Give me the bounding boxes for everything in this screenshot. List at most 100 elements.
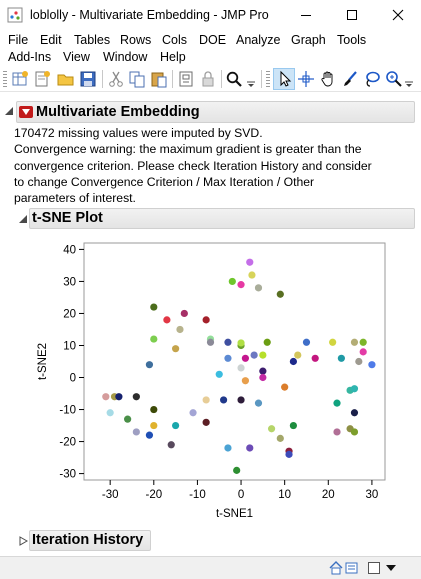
- scatter-point: [202, 316, 210, 324]
- magnifier-icon[interactable]: [385, 70, 403, 88]
- message-line: parameters of interest.: [14, 191, 136, 206]
- message-line: Convergence warning: the maximum gradien…: [14, 142, 362, 157]
- hand-grabber-icon[interactable]: [319, 70, 337, 88]
- collapse-triangle-icon[interactable]: [18, 214, 28, 224]
- maximize-button[interactable]: [329, 0, 375, 30]
- scatter-point: [241, 377, 250, 385]
- scatter-point: [237, 396, 245, 404]
- scatter-point: [237, 364, 245, 372]
- scatter-point: [172, 345, 180, 353]
- cut-icon[interactable]: [107, 70, 125, 88]
- scatter-point: [224, 354, 232, 362]
- lock-icon[interactable]: [199, 70, 217, 88]
- menu-tools[interactable]: Tools: [337, 33, 366, 47]
- expand-triangle-icon[interactable]: [18, 536, 28, 546]
- toolbar-separator: [261, 70, 262, 88]
- brush-icon[interactable]: [341, 70, 359, 88]
- scatter-point: [350, 428, 359, 436]
- multivariate-embedding-header[interactable]: Multivariate Embedding: [16, 101, 415, 123]
- window-title: loblolly - Multivariate Embedding - JMP …: [30, 8, 269, 22]
- plot-section-title: t-SNE Plot: [32, 210, 103, 226]
- chevron-down-icon[interactable]: [385, 563, 397, 573]
- toolbar-separator: [102, 70, 103, 88]
- red-triangle-menu-button[interactable]: [19, 106, 33, 118]
- scatter-point: [172, 421, 180, 430]
- new-data-table-icon[interactable]: [11, 70, 29, 88]
- scatter-point: [359, 348, 367, 356]
- tsne-plot-header[interactable]: t-SNE Plot: [29, 208, 415, 229]
- x-tick-label: 30: [366, 489, 379, 501]
- chevron-down-icon[interactable]: [404, 70, 414, 88]
- x-tick-label: 20: [322, 489, 335, 501]
- scatter-point: [106, 409, 114, 417]
- y-tick-label: 20: [63, 308, 76, 320]
- menu-add-ins[interactable]: Add-Ins: [8, 50, 51, 64]
- window-list-icon[interactable]: [344, 560, 360, 576]
- y-tick-label: 10: [63, 340, 76, 352]
- scatter-point: [329, 338, 337, 346]
- x-axis-label: t-SNE1: [216, 508, 253, 520]
- scatter-point: [215, 370, 223, 378]
- new-script-icon[interactable]: [33, 70, 51, 88]
- menu-analyze[interactable]: Analyze: [236, 33, 280, 47]
- scatter-point: [294, 351, 302, 359]
- scatter-point: [350, 409, 359, 417]
- y-axis-label: t-SNE2: [37, 343, 49, 380]
- scatter-point: [289, 357, 297, 366]
- collapse-triangle-icon[interactable]: [4, 106, 14, 116]
- scatter-point: [281, 383, 289, 391]
- journal-icon[interactable]: [177, 70, 195, 88]
- scatter-point: [248, 271, 256, 279]
- menu-tables[interactable]: Tables: [74, 33, 110, 47]
- scatter-point: [355, 357, 363, 366]
- copy-icon[interactable]: [128, 70, 146, 88]
- scatter-point: [176, 325, 184, 334]
- scatter-point: [259, 367, 267, 375]
- scatter-point: [145, 431, 154, 439]
- crosshair-icon[interactable]: [297, 70, 315, 88]
- scatter-point: [224, 338, 232, 346]
- lasso-icon[interactable]: [363, 70, 381, 88]
- scatter-point: [124, 415, 132, 423]
- scatter-point: [359, 338, 367, 346]
- x-tick-label: 0: [238, 489, 244, 501]
- save-icon[interactable]: [79, 70, 97, 88]
- menu-help[interactable]: Help: [160, 50, 186, 64]
- home-icon[interactable]: [328, 560, 344, 576]
- scatter-point: [145, 361, 154, 369]
- scatter-point: [132, 428, 140, 436]
- chevron-down-icon[interactable]: [246, 70, 256, 88]
- toolbar-grip[interactable]: [266, 71, 270, 87]
- scatter-point: [132, 393, 140, 401]
- menu-edit[interactable]: Edit: [40, 33, 62, 47]
- minimize-button[interactable]: [283, 0, 329, 30]
- blank-page-icon[interactable]: [367, 561, 381, 575]
- x-tick-label: 10: [278, 489, 291, 501]
- close-button[interactable]: [375, 0, 421, 30]
- scatter-point: [259, 351, 267, 359]
- scatter-point: [333, 399, 341, 407]
- menu-window[interactable]: Window: [103, 50, 147, 64]
- iteration-history-header[interactable]: Iteration History: [29, 530, 151, 551]
- red-triangle-icon: [22, 109, 30, 115]
- arrow-select-icon[interactable]: [276, 70, 294, 88]
- toolbar-grip[interactable]: [3, 71, 7, 87]
- scatter-point: [180, 309, 188, 318]
- scatter-point: [267, 425, 276, 433]
- open-file-icon[interactable]: [57, 70, 75, 88]
- menu-rows[interactable]: Rows: [120, 33, 151, 47]
- close-icon: [392, 9, 404, 21]
- scatter-point: [150, 335, 158, 343]
- menu-file[interactable]: File: [8, 33, 28, 47]
- scatter-point: [246, 258, 254, 266]
- title-bar: loblolly - Multivariate Embedding - JMP …: [0, 0, 421, 30]
- paste-icon[interactable]: [150, 70, 168, 88]
- scatter-point: [167, 441, 175, 449]
- menu-view[interactable]: View: [63, 50, 90, 64]
- y-tick-label: -30: [59, 469, 76, 481]
- report-title: Multivariate Embedding: [36, 104, 200, 120]
- menu-graph[interactable]: Graph: [291, 33, 326, 47]
- menu-cols[interactable]: Cols: [162, 33, 187, 47]
- search-icon[interactable]: [225, 70, 243, 88]
- menu-doe[interactable]: DOE: [199, 33, 226, 47]
